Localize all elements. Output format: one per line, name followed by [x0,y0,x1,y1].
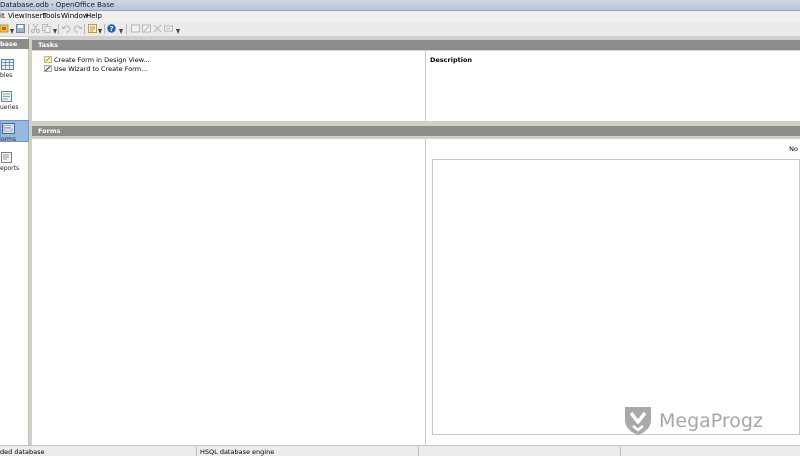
status-database-type: ded database [0,448,45,456]
tasks-list: Create Form in Design View... Use Wizard… [32,51,426,121]
panel-item-queries[interactable]: ueries [0,89,29,111]
forms-header: Forms [32,126,800,136]
panel-item-reports[interactable]: eports [0,150,29,172]
panel-item-forms[interactable]: orms [0,120,29,143]
preview-area [432,159,800,435]
new-dropdown-arrow[interactable] [10,29,14,34]
open-db-object-icon[interactable] [131,24,140,33]
design-view-icon [44,56,52,63]
delete-icon[interactable] [153,24,162,33]
watermark-shield-icon [625,407,651,435]
toolbar-separator [104,24,105,34]
cut-icon[interactable] [31,24,40,33]
panel-item-label: orms [1,136,17,143]
watermark-text: MegaProgz [659,410,763,432]
database-panel: base bles ueries orms eports [0,37,29,445]
help-icon[interactable]: ? [107,24,116,33]
task-create-form-design-view[interactable]: Create Form in Design View... [44,56,150,65]
queries-icon [1,91,12,102]
menu-view[interactable]: View [8,12,25,20]
copy-icon[interactable] [42,24,51,33]
svg-text:?: ? [109,25,113,33]
help-dropdown-arrow[interactable] [119,29,123,34]
redo-icon[interactable] [73,24,82,33]
forms-panel: No [32,139,800,445]
forms-tree[interactable] [32,139,426,445]
tasks-panel: Create Form in Design View... Use Wizard… [32,51,800,121]
menu-help[interactable]: Help [86,12,102,20]
status-separator [620,447,621,456]
rename-icon[interactable] [164,24,173,33]
window-title: Database.odb - OpenOffice Base [0,1,115,9]
main-area: Tasks Create Form in Design View... Use … [32,37,800,445]
menu-bar: it View Insert Tools Window Help [0,11,800,21]
forms-icon [2,123,15,134]
task-label: Use Wizard to Create Form... [54,65,148,73]
save-icon[interactable] [16,24,25,33]
panel-item-label: ueries [0,104,19,111]
task-label: Create Form in Design View... [54,56,150,64]
form-dropdown-arrow[interactable] [98,29,102,34]
status-separator [418,447,419,456]
menu-tools[interactable]: Tools [43,12,60,20]
standard-toolbar: ? [0,21,800,37]
title-bar: Database.odb - OpenOffice Base [0,0,800,11]
status-engine: HSQL database engine [200,448,275,456]
form-icon[interactable] [88,24,97,33]
panel-item-tables[interactable]: bles [0,57,29,79]
edit-icon[interactable] [142,24,151,33]
reports-icon [1,152,12,163]
task-use-wizard[interactable]: Use Wizard to Create Form... [44,65,147,74]
toolbar-separator [28,24,29,34]
toolbar-separator [84,24,85,34]
tables-icon [1,59,14,70]
status-separator [196,447,197,456]
tasks-header: Tasks [32,40,800,50]
watermark-logo: MegaProgz [622,404,792,436]
new-icon[interactable] [0,24,9,33]
menu-edit[interactable]: it [0,12,5,20]
status-bar: ded database HSQL database engine [0,445,800,456]
toolbar-separator [58,24,59,34]
undo-icon[interactable] [62,24,71,33]
panel-item-label: eports [0,165,20,172]
preview-mode-text[interactable]: No [789,145,798,153]
panel-item-label: bles [0,72,13,79]
paste-dropdown-arrow[interactable] [53,29,57,34]
more-icon[interactable] [176,29,180,34]
wizard-icon [44,65,52,72]
description-heading: Description [430,56,473,64]
toolbar-separator [126,24,127,34]
database-panel-header: base [0,39,29,49]
menu-window[interactable]: Window [61,12,89,20]
